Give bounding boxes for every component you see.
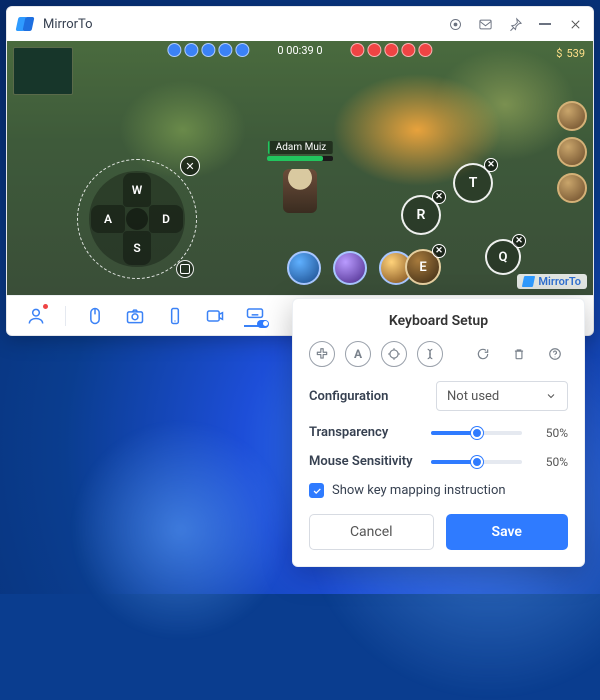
dpad-overlay[interactable]: W S A D ✕	[77, 159, 197, 279]
match-timer: 0 00:39 0	[277, 44, 322, 57]
keymap-t-label: T	[469, 175, 478, 191]
minimap[interactable]	[13, 47, 73, 95]
reset-icon[interactable]	[470, 341, 496, 367]
player-name-label: Adam Muiz	[268, 141, 333, 154]
show-mapping-checkbox[interactable]	[309, 483, 324, 498]
configuration-select[interactable]: Not used	[436, 381, 568, 411]
watermark: MirrorTo	[517, 274, 587, 289]
keymap-e-remove-icon[interactable]: ✕	[432, 244, 446, 258]
tool-keypress-icon[interactable]: A	[345, 341, 371, 367]
keymap-r-remove-icon[interactable]: ✕	[432, 190, 446, 204]
titlebar: MirrorTo	[7, 7, 593, 41]
keymap-q-label: Q	[499, 250, 508, 265]
minimize-button[interactable]	[537, 16, 553, 32]
hud-scoreboard: 0 00:39 0	[167, 43, 432, 57]
dpad-left[interactable]: A	[91, 205, 125, 233]
game-view[interactable]: 0 00:39 0 $ 539 Adam Muiz W S A D ✕ R	[7, 41, 593, 295]
transparency-label: Transparency	[309, 425, 421, 440]
mail-icon[interactable]	[477, 16, 493, 32]
player-healthbar	[267, 156, 333, 161]
phone-icon[interactable]	[164, 305, 186, 327]
transparency-value: 50%	[532, 426, 568, 440]
hero-portraits[interactable]	[557, 101, 587, 203]
app-window: MirrorTo 0 00:39 0 $ 539 Adam Muiz	[6, 6, 594, 336]
configuration-value: Not used	[447, 389, 499, 404]
dpad-right[interactable]: D	[149, 205, 183, 233]
keyboard-setup-panel: Keyboard Setup A Configuration Not used …	[292, 298, 585, 567]
tool-macro-icon[interactable]	[417, 341, 443, 367]
dpad-remove-icon[interactable]: ✕	[180, 156, 200, 176]
show-mapping-label: Show key mapping instruction	[332, 483, 506, 498]
keyboard-icon[interactable]	[244, 305, 266, 327]
close-button[interactable]	[567, 16, 583, 32]
help-icon[interactable]	[542, 341, 568, 367]
keymap-e-label: E	[419, 260, 426, 275]
keymap-r[interactable]: R ✕	[401, 195, 441, 235]
screen-record-icon[interactable]	[204, 305, 226, 327]
player-character	[283, 169, 317, 213]
dpad-up[interactable]: W	[123, 173, 151, 207]
panel-title: Keyboard Setup	[309, 313, 568, 329]
save-button[interactable]: Save	[446, 514, 569, 550]
cancel-button[interactable]: Cancel	[309, 514, 434, 550]
keymap-t[interactable]: T ✕	[453, 163, 493, 203]
account-icon[interactable]	[25, 305, 47, 327]
app-logo-icon	[17, 15, 35, 33]
keymap-q[interactable]: Q ✕	[485, 239, 521, 275]
chevron-down-icon	[545, 390, 557, 402]
dpad-down[interactable]: S	[123, 231, 151, 265]
tool-dpad-icon[interactable]	[309, 341, 335, 367]
gold-amount: 539	[566, 47, 585, 60]
record-icon[interactable]	[447, 16, 463, 32]
keymap-e[interactable]: E ✕	[405, 249, 441, 285]
skill-buttons[interactable]	[287, 251, 413, 285]
camera-icon[interactable]	[124, 305, 146, 327]
panel-tool-row: A	[309, 341, 568, 367]
dpad-edit-icon[interactable]	[176, 260, 194, 278]
sensitivity-value: 50%	[532, 455, 568, 469]
keymap-r-label: R	[417, 207, 426, 223]
keymap-q-remove-icon[interactable]: ✕	[512, 234, 526, 248]
tool-crosshair-icon[interactable]	[381, 341, 407, 367]
app-title: MirrorTo	[43, 17, 93, 32]
transparency-slider[interactable]	[431, 431, 522, 435]
keymap-t-remove-icon[interactable]: ✕	[484, 158, 498, 172]
sensitivity-label: Mouse Sensitivity	[309, 454, 421, 469]
delete-icon[interactable]	[506, 341, 532, 367]
sensitivity-slider[interactable]	[431, 460, 522, 464]
configuration-label: Configuration	[309, 389, 388, 404]
hud-gold: $ 539	[556, 47, 585, 60]
pin-icon[interactable]	[507, 16, 523, 32]
mouse-icon[interactable]	[84, 305, 106, 327]
